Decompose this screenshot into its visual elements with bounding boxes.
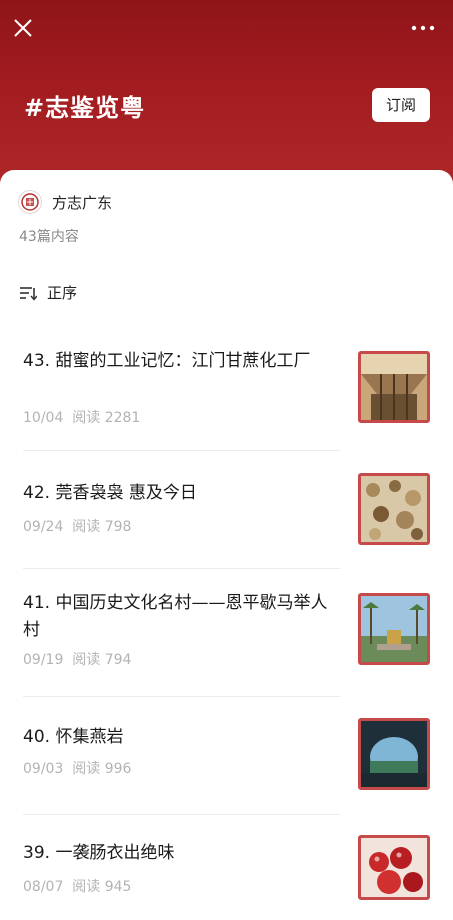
sort-label: 正序 [47,284,78,302]
article-meta: 10/04 阅读 2281 [23,407,140,427]
article-item[interactable]: 39. 一袭肠衣出绝味 08/07 阅读 945 [23,835,430,920]
article-date: 08/07 [23,879,64,895]
article-count: 43篇内容 [19,229,79,245]
avatar [18,190,42,214]
article-thumbnail[interactable] [358,351,430,423]
article-reads: 阅读 794 [72,652,132,668]
content-sheet: 方志广东 43篇内容 正序 43. 甜蜜的工业记忆：江门甘蔗化工厂 10/04 … [0,170,453,900]
article-reads: 阅读 945 [72,879,132,895]
article-date: 09/24 [23,519,64,535]
divider [23,568,340,569]
account-name[interactable]: 方志广东 [52,192,112,213]
close-icon[interactable] [12,17,34,39]
account-row[interactable]: 方志广东 [18,190,112,214]
article-meta: 08/07 阅读 945 [23,876,131,896]
topic-title: #志鉴览粤 [24,94,146,122]
article-title[interactable]: 39. 一袭肠衣出绝味 [23,840,341,867]
article-item[interactable]: 42. 莞香袅袅 惠及今日 09/24 阅读 798 [23,473,430,560]
article-meta: 09/19 阅读 794 [23,649,131,669]
article-title[interactable]: 41. 中国历史文化名村——恩平歇马举人村 [23,590,341,644]
article-item[interactable]: 43. 甜蜜的工业记忆：江门甘蔗化工厂 10/04 阅读 2281 [23,348,430,428]
article-thumbnail[interactable] [358,718,430,790]
article-title[interactable]: 42. 莞香袅袅 惠及今日 [23,480,341,507]
seal-logo-icon [21,193,39,211]
sort-toggle[interactable]: 正序 [19,282,77,303]
article-date: 09/03 [23,761,64,777]
divider [23,450,340,451]
article-item[interactable]: 40. 怀集燕岩 09/03 阅读 996 [23,718,430,804]
divider [23,696,340,697]
sort-icon [20,286,37,301]
divider [23,814,340,815]
article-thumbnail[interactable] [358,473,430,545]
article-meta: 09/03 阅读 996 [23,758,131,778]
subscribe-button[interactable]: 订阅 [372,88,430,122]
article-reads: 阅读 798 [72,519,132,535]
more-icon[interactable] [411,24,435,32]
article-meta: 09/24 阅读 798 [23,516,131,536]
article-title[interactable]: 43. 甜蜜的工业记忆：江门甘蔗化工厂 [23,348,341,375]
article-date: 10/04 [23,410,64,426]
article-reads: 阅读 2281 [72,410,141,426]
article-thumbnail[interactable] [358,593,430,665]
article-title[interactable]: 40. 怀集燕岩 [23,724,341,751]
article-reads: 阅读 996 [72,761,132,777]
article-date: 09/19 [23,652,64,668]
article-thumbnail[interactable] [358,835,430,900]
article-item[interactable]: 41. 中国历史文化名村——恩平歇马举人村 09/19 阅读 794 [23,590,430,670]
